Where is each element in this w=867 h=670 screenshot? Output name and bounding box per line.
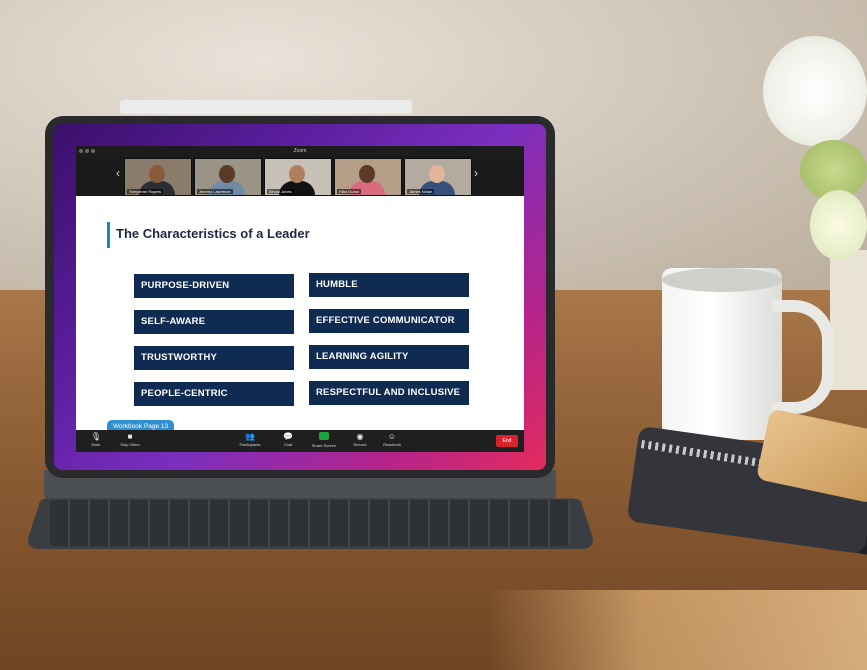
shared-slide: The Characteristics of a Leader PURPOSE-… xyxy=(76,196,524,434)
participants-label: Participants xyxy=(239,442,261,447)
chevron-left-icon[interactable]: ‹ xyxy=(116,166,120,180)
participant-face xyxy=(359,165,375,183)
window-title: Zoom xyxy=(293,148,307,154)
chevron-right-icon[interactable]: › xyxy=(474,166,478,180)
video-camera-icon: ■ xyxy=(127,432,133,441)
participant-face xyxy=(219,165,235,183)
participant-video-tile[interactable]: James Nolan xyxy=(404,158,472,196)
coffee-mug xyxy=(662,268,782,440)
window-maximize-dot[interactable] xyxy=(91,149,95,153)
share-screen-icon xyxy=(306,432,342,443)
stop-video-label: Stop Video xyxy=(120,442,140,447)
trait-respectful-inclusive: RESPECTFUL AND INCLUSIVE xyxy=(309,381,469,405)
zoom-meeting-toolbar: 🎙 Mute ■ Stop Video 👥 Participants 💬 Cha… xyxy=(76,430,524,452)
reactions-icon: ☺ xyxy=(387,432,397,441)
trait-self-aware: SELF-AWARE xyxy=(134,310,294,334)
participant-face xyxy=(429,165,445,183)
record-icon: ◉ xyxy=(356,432,364,441)
trait-humble: HUMBLE xyxy=(309,273,469,297)
mute-label: Mute xyxy=(91,442,101,447)
participant-face xyxy=(289,165,305,183)
share-screen-button[interactable]: Share Screen xyxy=(306,432,342,448)
yellow-flower xyxy=(810,190,867,260)
participant-video-tile[interactable]: Becky Jones xyxy=(264,158,332,196)
participant-name: Jeremy Lawrence xyxy=(197,189,233,194)
participant-video-tile[interactable]: Jeremy Lawrence xyxy=(194,158,262,196)
mug-handle xyxy=(772,300,834,414)
participant-name: James Nolan xyxy=(407,189,435,194)
flower-vase xyxy=(830,250,867,390)
sunlight-patch xyxy=(487,590,867,670)
record-button[interactable]: ◉ Record xyxy=(342,432,378,447)
tablet-screen: Zoom ‹ Sheyanne Rogers Jeremy Lawrence Bec… xyxy=(54,124,546,470)
chat-icon: 💬 xyxy=(283,432,293,441)
participants-icon: 👥 xyxy=(245,432,255,441)
participant-name: Hiba Dubai xyxy=(337,189,361,194)
video-gallery-strip: ‹ Sheyanne Rogers Jeremy Lawrence Becky Jo… xyxy=(76,156,524,196)
window-close-dot[interactable] xyxy=(79,149,83,153)
end-meeting-button[interactable]: End xyxy=(496,435,518,447)
keyboard-keys xyxy=(50,500,570,546)
title-accent-bar xyxy=(107,222,110,248)
participant-name: Sheyanne Rogers xyxy=(127,189,164,194)
participant-video-tile[interactable]: Hiba Dubai xyxy=(334,158,402,196)
share-screen-label: Share Screen xyxy=(311,443,337,448)
trait-people-centric: PEOPLE-CENTRIC xyxy=(134,382,294,406)
reactions-label: Reactions xyxy=(383,442,401,447)
stop-video-button[interactable]: ■ Stop Video xyxy=(112,432,148,447)
microphone-icon: 🎙 xyxy=(90,432,102,441)
zoom-title-bar: Zoom xyxy=(76,146,524,156)
white-flower xyxy=(763,36,867,146)
trait-trustworthy: TRUSTWORTHY xyxy=(134,346,294,370)
trait-effective-communicator: EFFECTIVE COMMUNICATOR xyxy=(309,309,469,333)
participant-face xyxy=(149,165,165,183)
mug-rim xyxy=(662,268,782,292)
window-minimize-dot[interactable] xyxy=(85,149,89,153)
stylus-pencil xyxy=(120,100,412,114)
participant-name: Becky Jones xyxy=(267,189,294,194)
mute-button[interactable]: 🎙 Mute xyxy=(78,432,114,447)
participants-button[interactable]: 👥 Participants xyxy=(232,432,268,447)
reactions-button[interactable]: ☺ Reactions xyxy=(374,432,410,447)
record-label: Record xyxy=(353,442,367,447)
trait-learning-agility: LEARNING AGILITY xyxy=(309,345,469,369)
slide-title: The Characteristics of a Leader xyxy=(116,226,310,241)
participant-video-tile[interactable]: Sheyanne Rogers xyxy=(124,158,192,196)
chat-label: Chat xyxy=(283,442,293,447)
chat-button[interactable]: 💬 Chat xyxy=(270,432,306,447)
trait-purpose-driven: PURPOSE-DRIVEN xyxy=(134,274,294,298)
